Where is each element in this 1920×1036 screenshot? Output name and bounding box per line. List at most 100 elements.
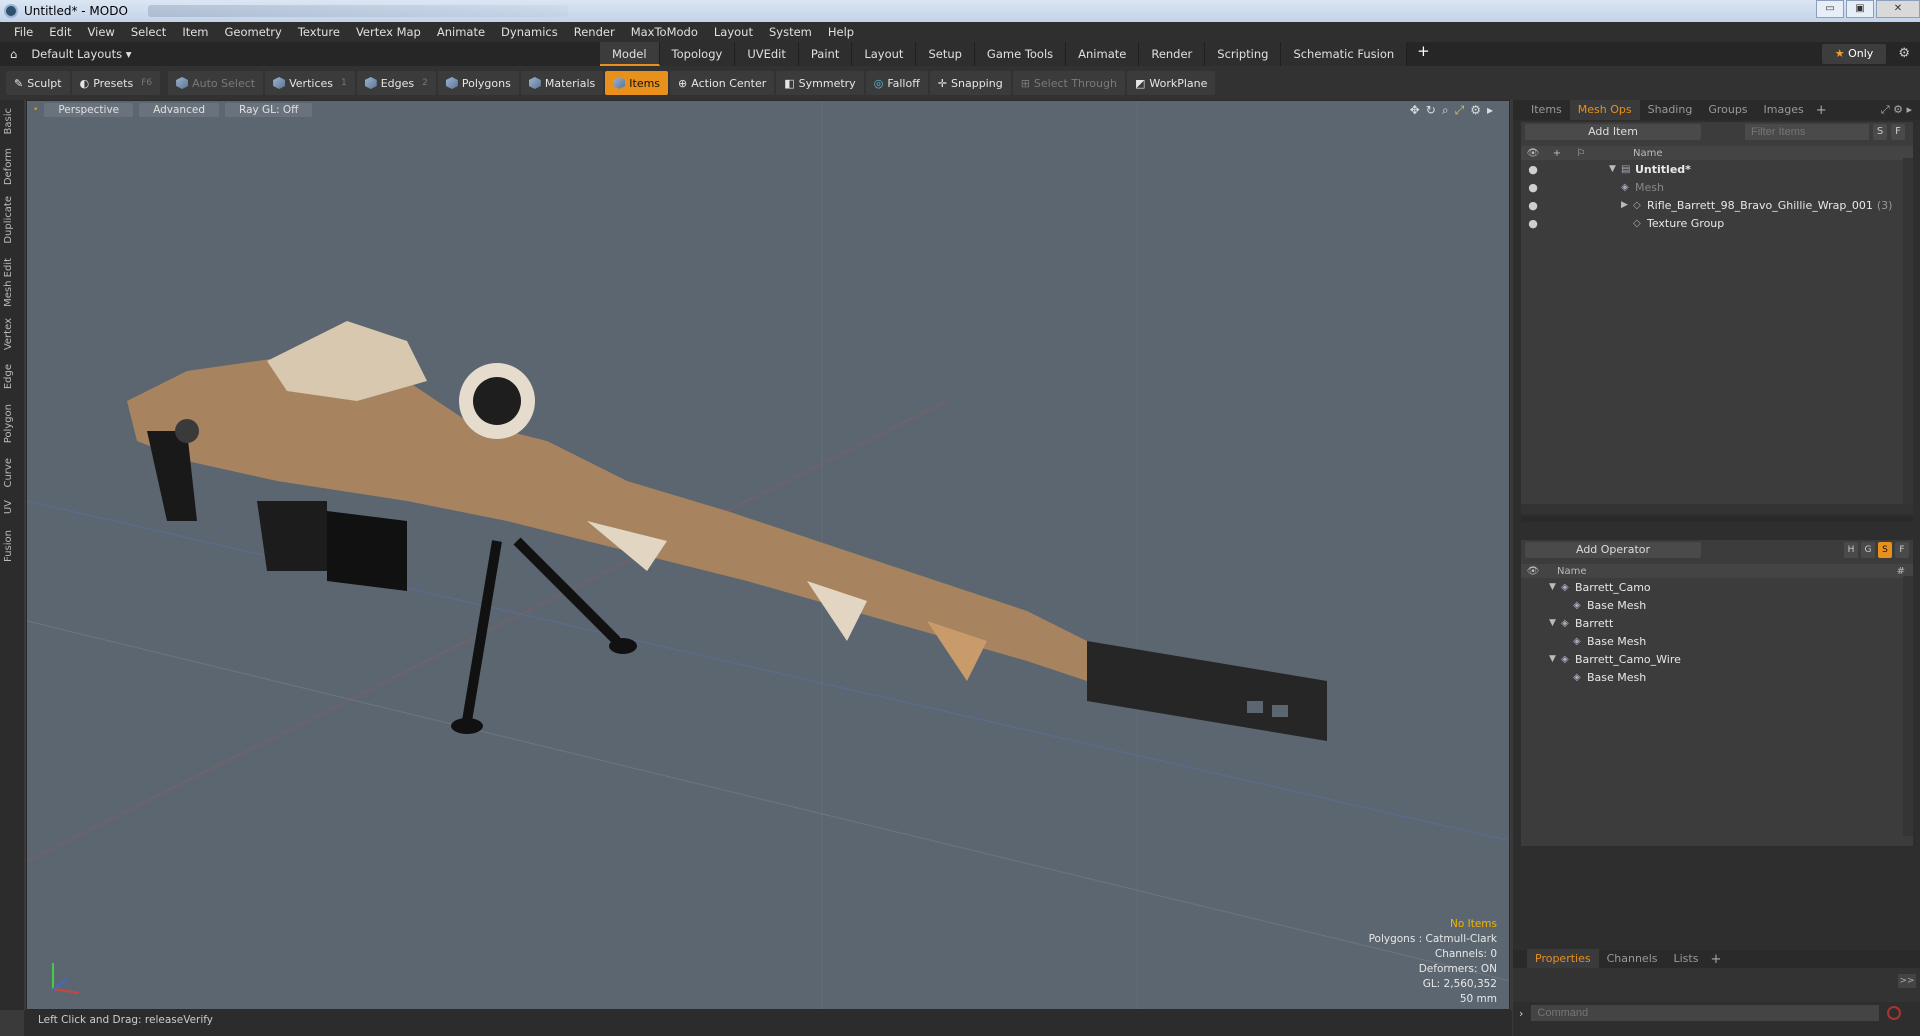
left-tab-edge[interactable]: Edge <box>3 364 14 389</box>
tab-setup[interactable]: Setup <box>916 42 975 66</box>
expand-button[interactable]: >> <box>1898 974 1916 988</box>
tab-topology[interactable]: Topology <box>659 42 736 66</box>
menu-system[interactable]: System <box>761 25 820 39</box>
workplane-button[interactable]: ◩ WorkPlane <box>1126 71 1216 95</box>
tree-row[interactable]: ▼ ◈ Barrett_Camo <box>1521 578 1913 596</box>
tree-row[interactable]: ● ◇ Texture Group <box>1521 214 1913 232</box>
action-center-button[interactable]: ⊕ Action Center <box>670 71 775 95</box>
ops-h-button[interactable]: H <box>1844 542 1858 558</box>
menu-edit[interactable]: Edit <box>41 25 79 39</box>
expand-arrow-icon[interactable]: ▼ <box>1549 654 1561 664</box>
tab-images[interactable]: Images <box>1756 100 1812 120</box>
pan-icon[interactable]: ✥ <box>1410 103 1420 118</box>
rifle-model[interactable] <box>127 321 1327 741</box>
tree-row[interactable]: ▼ ◈ Barrett <box>1521 614 1913 632</box>
tab-animate[interactable]: Animate <box>1066 42 1140 66</box>
raygl-button[interactable]: Ray GL: Off <box>225 103 313 117</box>
menu-layout[interactable]: Layout <box>706 25 761 39</box>
tree-row[interactable]: ● ▶ ◇ Rifle_Barrett_98_Bravo_Ghillie_Wra… <box>1521 196 1913 214</box>
tab-layout[interactable]: Layout <box>852 42 917 66</box>
left-tab-vertex[interactable]: Vertex <box>3 318 14 350</box>
tree-row[interactable]: ● ▼ ▤ Untitled* <box>1521 160 1913 178</box>
presets-button[interactable]: ◐ Presets F6 <box>71 71 161 95</box>
left-tab-curve[interactable]: Curve <box>3 458 14 488</box>
add-tab-button[interactable]: + <box>1407 42 1440 66</box>
items-button[interactable]: Items <box>605 71 669 95</box>
tab-schematic-fusion[interactable]: Schematic Fusion <box>1281 42 1408 66</box>
menu-geometry[interactable]: Geometry <box>217 25 290 39</box>
menu-vertex-map[interactable]: Vertex Map <box>348 25 429 39</box>
tab-game-tools[interactable]: Game Tools <box>974 42 1067 66</box>
tab-channels[interactable]: Channels <box>1599 949 1666 969</box>
panel-options-icon[interactable]: ⤢ ⚙ ▸ <box>1881 103 1912 117</box>
add-item-button[interactable]: Add Item <box>1525 124 1701 140</box>
tab-paint[interactable]: Paint <box>798 42 853 66</box>
visibility-eye-icon[interactable]: ● <box>1521 163 1545 176</box>
expand-arrow-icon[interactable]: ▼ <box>1609 164 1621 174</box>
perspective-button[interactable]: Perspective <box>44 103 134 117</box>
menu-view[interactable]: View <box>80 25 123 39</box>
zoom-icon[interactable]: ⌕ <box>1442 103 1449 118</box>
items-f-button[interactable]: F <box>1891 124 1905 140</box>
left-tab-deform[interactable]: Deform <box>3 148 14 185</box>
menu-maxtomodo[interactable]: MaxToModo <box>623 25 706 39</box>
menu-file[interactable]: File <box>6 25 41 39</box>
tab-groups[interactable]: Groups <box>1700 100 1755 120</box>
viewport-arrow-icon[interactable]: ▸ <box>1487 103 1493 118</box>
menu-dynamics[interactable]: Dynamics <box>493 25 566 39</box>
select-through-button[interactable]: ⊞ Select Through <box>1012 71 1125 95</box>
ops-g-button[interactable]: G <box>1861 542 1875 558</box>
ops-s-button[interactable]: S <box>1878 542 1892 558</box>
tree-row[interactable]: ◈ Base Mesh <box>1521 632 1913 650</box>
tab-shading[interactable]: Shading <box>1640 100 1701 120</box>
visibility-eye-icon[interactable]: ● <box>1521 181 1545 194</box>
menu-help[interactable]: Help <box>820 25 862 39</box>
menu-select[interactable]: Select <box>123 25 174 39</box>
rotate-icon[interactable]: ↻ <box>1426 103 1436 118</box>
tab-lists[interactable]: Lists <box>1666 949 1707 969</box>
tab-items[interactable]: Items <box>1523 100 1570 120</box>
visibility-eye-icon[interactable]: ● <box>1521 217 1545 230</box>
left-tab-uv[interactable]: UV <box>3 500 14 514</box>
polygons-button[interactable]: Polygons <box>437 71 519 95</box>
viewport-gear-icon[interactable]: ⚙ <box>1470 103 1481 118</box>
tab-properties[interactable]: Properties <box>1527 949 1599 969</box>
add-panel-tab-button[interactable]: + <box>1812 103 1831 118</box>
left-tab-basic[interactable]: Basic <box>3 108 14 134</box>
tab-scripting[interactable]: Scripting <box>1205 42 1282 66</box>
layout-selector[interactable]: Default Layouts ▾ <box>31 47 131 61</box>
materials-button[interactable]: Materials <box>520 71 604 95</box>
auto-select-button[interactable]: Auto Select <box>168 71 264 95</box>
add-props-tab-button[interactable]: + <box>1706 952 1725 967</box>
expand-arrow-icon[interactable]: ▼ <box>1549 582 1561 592</box>
collapse-arrow-icon[interactable]: ▶ <box>1621 200 1633 210</box>
snapping-button[interactable]: ✛ Snapping <box>929 71 1011 95</box>
3d-viewport[interactable]: • Perspective Advanced Ray GL: Off ✥ ↻ ⌕… <box>26 100 1510 1010</box>
record-icon[interactable] <box>1887 1006 1902 1020</box>
ops-vertical-scrollbar[interactable] <box>1903 576 1913 836</box>
left-tab-mesh-edit[interactable]: Mesh Edit <box>3 258 14 307</box>
tree-row[interactable]: ● ◈ Mesh <box>1521 178 1913 196</box>
menu-texture[interactable]: Texture <box>290 25 348 39</box>
falloff-button[interactable]: ◎ Falloff <box>865 71 928 95</box>
maximize-button[interactable]: ▣ <box>1846 0 1874 18</box>
visibility-eye-icon[interactable]: ● <box>1521 199 1545 212</box>
vertices-button[interactable]: Vertices 1 <box>265 71 355 95</box>
tab-model[interactable]: Model <box>600 42 660 66</box>
tree-row[interactable]: ◈ Base Mesh <box>1521 596 1913 614</box>
home-icon[interactable]: ⌂ <box>10 47 17 61</box>
ops-f-button[interactable]: F <box>1895 542 1909 558</box>
items-s-button[interactable]: S <box>1873 124 1887 140</box>
left-tab-fusion[interactable]: Fusion <box>3 530 14 562</box>
edges-button[interactable]: Edges 2 <box>356 71 436 95</box>
minimize-button[interactable]: ▭ <box>1816 0 1844 18</box>
expand-arrow-icon[interactable]: ▼ <box>1549 618 1561 628</box>
sculpt-button[interactable]: ✎ Sculpt <box>6 71 70 95</box>
tab-uvedit[interactable]: UVEdit <box>735 42 799 66</box>
viewport-menu-dot-icon[interactable]: • <box>33 105 38 115</box>
close-button[interactable]: ✕ <box>1876 0 1920 18</box>
command-input[interactable] <box>1531 1005 1880 1021</box>
advanced-button[interactable]: Advanced <box>139 103 219 117</box>
left-tab-duplicate[interactable]: Duplicate <box>3 196 14 244</box>
fit-icon[interactable]: ⤢ <box>1455 103 1465 118</box>
